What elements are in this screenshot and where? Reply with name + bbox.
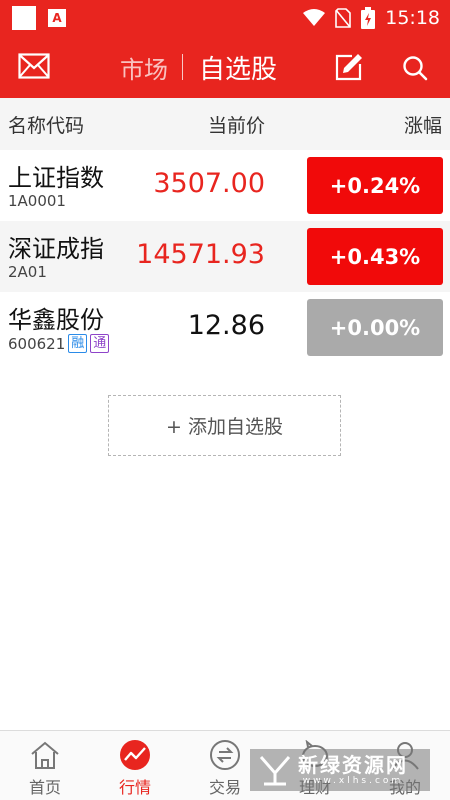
title-bar: 市场 自选股 (0, 36, 450, 98)
stock-row[interactable]: 深证成指 2A01 14571.93 +0.43% (0, 221, 450, 292)
header-tabs: 市场 自选股 (120, 36, 277, 98)
search-icon[interactable] (402, 55, 428, 81)
clock: 15:18 (385, 7, 440, 29)
column-header: 名称代码 当前价 涨幅 (0, 98, 450, 150)
stock-name: 华鑫股份 (8, 306, 104, 334)
stock-name: 深证成指 (8, 235, 104, 263)
stock-price: 3507.00 (153, 168, 265, 199)
battery-charging-icon (361, 7, 376, 29)
nav-label: 行情 (118, 778, 151, 797)
add-watchlist-button[interactable]: + 添加自选股 (108, 395, 341, 456)
nav-label: 首页 (28, 778, 61, 797)
mail-icon[interactable] (18, 53, 50, 79)
wifi-icon (303, 9, 326, 26)
tab-watchlist[interactable]: 自选股 (199, 49, 277, 86)
nav-market[interactable]: 行情 (90, 731, 180, 800)
stock-row[interactable]: 华鑫股份 600621 融 通 12.86 +0.00% (0, 292, 450, 363)
watermark: 新绿资源网 www.xlhs.com (250, 749, 430, 791)
watermark-subtitle: www.xlhs.com (302, 776, 404, 786)
stock-code: 600621 (8, 334, 66, 353)
trade-icon (208, 738, 242, 772)
watermark-text: 新绿资源网 www.xlhs.com (298, 754, 408, 786)
tab-divider (182, 54, 183, 80)
status-icons: 15:18 (303, 0, 440, 36)
notification-square-icon (12, 6, 36, 30)
column-name-code: 名称代码 (8, 115, 85, 137)
stock-row[interactable]: 上证指数 1A0001 3507.00 +0.24% (0, 150, 450, 221)
watermark-title: 新绿资源网 (298, 753, 408, 777)
stock-price: 14571.93 (136, 239, 265, 270)
stock-price: 12.86 (187, 310, 265, 341)
stock-name: 上证指数 (8, 164, 104, 192)
edit-icon[interactable] (334, 52, 364, 82)
stock-code: 2A01 (8, 263, 47, 281)
status-bar: A 15:18 (0, 0, 450, 36)
stock-change-badge[interactable]: +0.43% (307, 228, 443, 285)
nav-label: 交易 (208, 778, 241, 797)
stock-code: 1A0001 (8, 192, 66, 210)
app-notification-icon: A (48, 9, 66, 27)
stock-code-line: 1A0001 (8, 192, 66, 210)
stock-change-badge[interactable]: +0.00% (307, 299, 443, 356)
market-chart-icon (118, 738, 152, 772)
home-icon (28, 738, 62, 772)
column-price[interactable]: 当前价 (208, 111, 265, 138)
tab-market[interactable]: 市场 (120, 50, 168, 85)
stock-code-line: 600621 融 通 (8, 334, 110, 353)
no-sim-icon (335, 8, 352, 28)
column-change[interactable]: 涨幅 (404, 111, 442, 138)
nav-home[interactable]: 首页 (0, 731, 90, 800)
watermark-logo-icon (259, 756, 291, 786)
stock-connect-tag: 通 (90, 334, 110, 353)
stock-code-line: 2A01 (8, 263, 47, 281)
margin-trading-tag: 融 (68, 334, 88, 353)
stock-change-badge[interactable]: +0.24% (307, 157, 443, 214)
